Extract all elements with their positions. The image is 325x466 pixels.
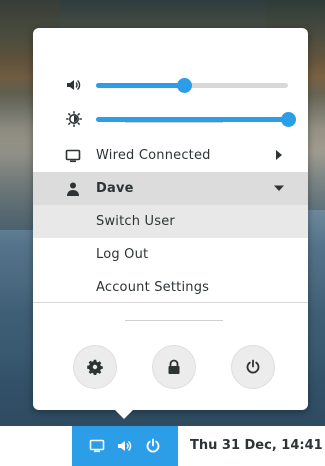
volume-icon — [67, 79, 81, 91]
user-menu-item[interactable]: Dave — [33, 172, 308, 205]
log-out-item[interactable]: Log Out — [33, 238, 308, 271]
account-settings-label: Account Settings — [96, 280, 210, 295]
chevron-right-icon — [276, 150, 282, 160]
top-panel: Thu 31 Dec, 14:41 — [0, 426, 325, 466]
power-button[interactable] — [231, 345, 275, 389]
lock-icon — [168, 359, 180, 374]
power-icon — [246, 359, 260, 374]
brightness-slider-knob[interactable] — [281, 112, 296, 127]
user-icon — [67, 182, 79, 196]
account-settings-item[interactable]: Account Settings — [33, 271, 308, 304]
volume-slider-fill — [96, 83, 184, 88]
system-menu-popover: Wired Connected Dave Switch User Log Out… — [33, 28, 308, 410]
power-icon — [146, 438, 160, 453]
clock[interactable]: Thu 31 Dec, 14:41 — [190, 438, 323, 453]
popover-arrow — [113, 408, 135, 419]
settings-button[interactable] — [73, 345, 117, 389]
separator — [125, 122, 223, 123]
display-icon — [89, 439, 105, 453]
system-tray[interactable] — [72, 426, 178, 466]
user-name: Dave — [96, 181, 134, 196]
separator — [125, 320, 223, 321]
brightness-icon — [66, 111, 82, 127]
network-label: Wired Connected — [96, 148, 211, 163]
volume-slider-row — [33, 73, 308, 97]
monitor-icon — [65, 149, 81, 163]
switch-user-label: Switch User — [96, 214, 175, 229]
volume-slider-knob[interactable] — [177, 78, 192, 93]
brightness-slider-row — [33, 107, 308, 131]
network-menu-item[interactable]: Wired Connected — [33, 139, 308, 172]
log-out-label: Log Out — [96, 247, 149, 262]
volume-slider[interactable] — [96, 78, 288, 93]
settings-icon — [87, 359, 103, 375]
lock-button[interactable] — [152, 345, 196, 389]
switch-user-item[interactable]: Switch User — [33, 205, 308, 238]
chevron-down-icon — [274, 185, 284, 191]
volume-icon — [118, 440, 132, 452]
submenu-divider — [33, 302, 308, 303]
